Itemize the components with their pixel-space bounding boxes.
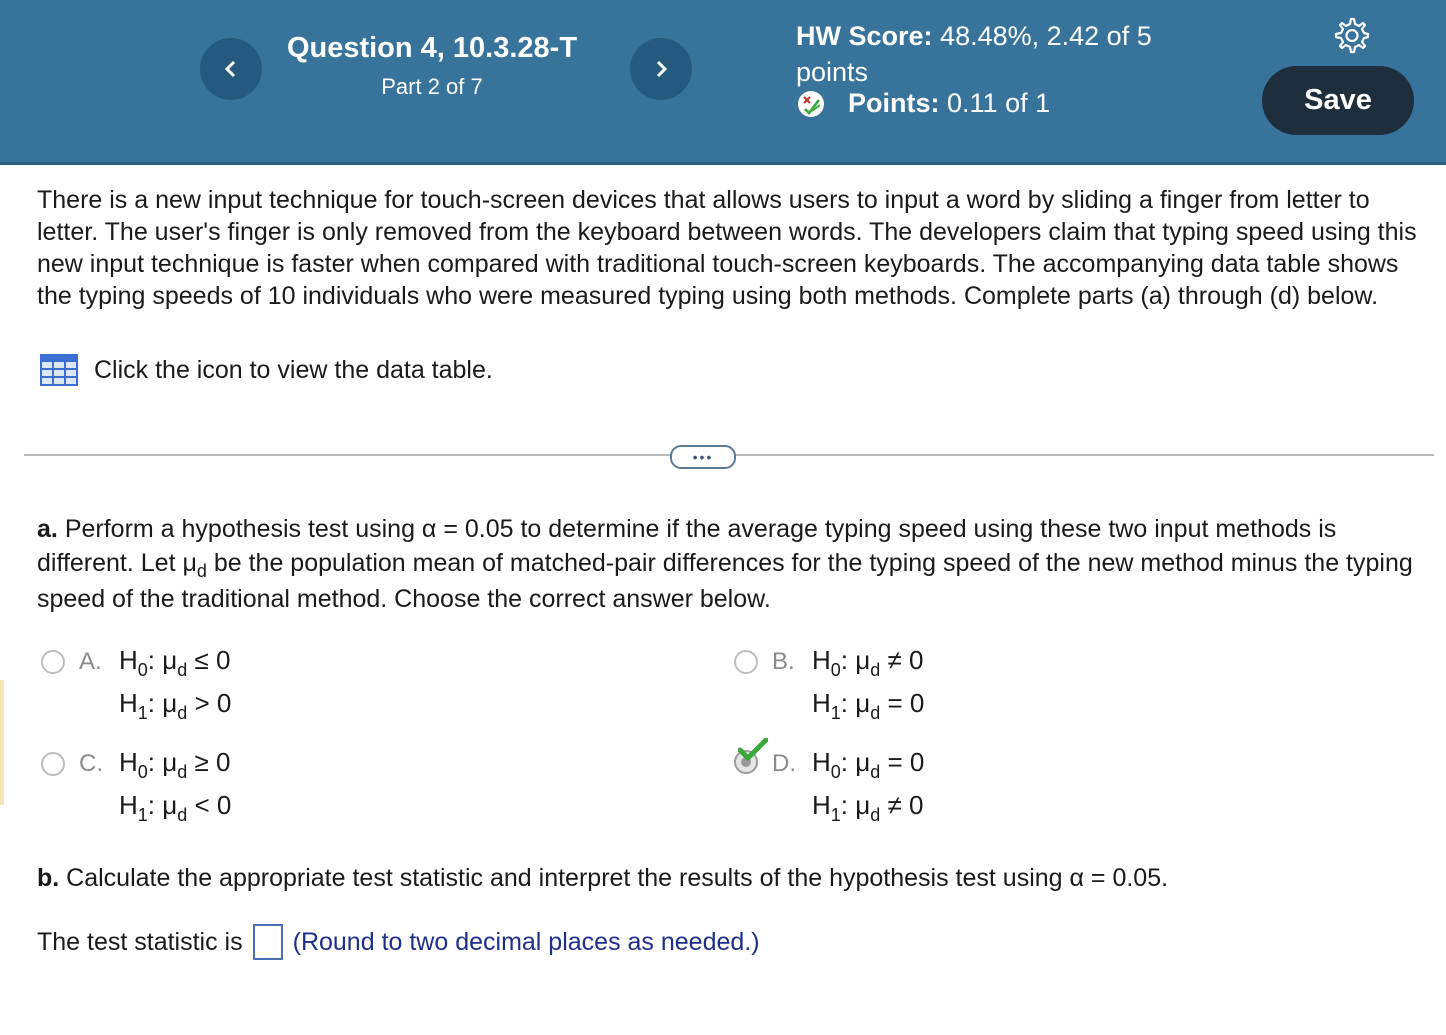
h1-rel: : μ: [840, 790, 871, 820]
h1-rel: : μ: [147, 688, 178, 718]
h0-sub: 0: [137, 762, 148, 782]
part-a-sub: d: [196, 561, 207, 581]
h0-rel-sub: d: [177, 762, 188, 782]
h0-sub: 0: [830, 660, 841, 680]
option-b[interactable]: B. H0: μd ≠ 0 H1: μd = 0: [734, 645, 924, 726]
h1-sub: 1: [830, 805, 841, 825]
h0-rel: : μ: [147, 747, 178, 777]
test-statistic-input[interactable]: [252, 924, 283, 960]
part-b-label: b.: [37, 864, 60, 892]
h0-symbol: H: [812, 747, 831, 777]
option-a[interactable]: A. H0: μd ≤ 0 H1: μd > 0: [41, 645, 231, 726]
h1-symbol: H: [812, 688, 831, 718]
h0-rel: : μ: [840, 747, 871, 777]
data-table-link[interactable]: Click the icon to view the data table.: [40, 354, 493, 386]
option-c-hypotheses: H0: μd ≥ 0 H1: μd < 0: [119, 742, 231, 828]
h1-tail: < 0: [187, 790, 232, 820]
part-a-question: a. Perform a hypothesis test using α = 0…: [37, 512, 1432, 616]
h0-tail: ≠ 0: [880, 645, 924, 675]
h1-symbol: H: [119, 688, 138, 718]
h0-tail: = 0: [880, 747, 925, 777]
h1-rel-sub: d: [177, 805, 188, 825]
option-c-h1: H1: μd < 0: [119, 785, 231, 828]
h0-rel: : μ: [147, 645, 178, 675]
h1-tail: > 0: [187, 688, 232, 718]
points-status-icon: [798, 90, 824, 117]
option-d-hypotheses: H0: μd = 0 H1: μd ≠ 0: [812, 742, 924, 828]
h0-rel-sub: d: [870, 660, 881, 680]
h0-rel-sub: d: [177, 660, 188, 680]
points-label: Points:: [848, 88, 940, 118]
h0-sub: 0: [137, 660, 148, 680]
h1-sub: 1: [137, 805, 148, 825]
question-points: Points: 0.11 of 1: [796, 88, 1050, 119]
header-bar: Question 4, 10.3.28-T Part 2 of 7 HW Sco…: [0, 0, 1446, 165]
points-value: 0.11 of 1: [947, 88, 1051, 118]
h0-rel-sub: d: [870, 762, 881, 782]
option-b-letter: B.: [772, 648, 795, 675]
question-title: Question 4, 10.3.28-T: [286, 32, 578, 64]
h1-rel-sub: d: [177, 703, 188, 723]
option-a-h1: H1: μd > 0: [119, 683, 231, 726]
chevron-left-icon: [224, 60, 236, 78]
data-table-icon[interactable]: [40, 354, 78, 386]
option-c-letter: C.: [79, 750, 103, 777]
option-b-h0: H0: μd ≠ 0: [812, 640, 924, 683]
option-a-letter: A.: [79, 648, 102, 675]
h1-rel: : μ: [147, 790, 178, 820]
data-table-link-text[interactable]: Click the icon to view the data table.: [94, 356, 493, 385]
part-b-text: Calculate the appropriate test statistic…: [66, 864, 1169, 892]
option-b-h1: H1: μd = 0: [812, 683, 924, 726]
h0-tail: ≤ 0: [187, 645, 231, 675]
previous-question-button[interactable]: [200, 38, 262, 100]
expand-more-button[interactable]: •••: [670, 445, 736, 469]
question-part: Part 2 of 7: [381, 74, 483, 99]
option-b-hypotheses: H0: μd ≠ 0 H1: μd = 0: [812, 640, 924, 726]
test-statistic-row: The test statistic is (Round to two deci…: [37, 924, 760, 960]
part-a-label: a.: [37, 515, 58, 543]
hw-score-label: HW Score:: [796, 21, 933, 51]
h1-rel: : μ: [840, 688, 871, 718]
h1-sub: 1: [137, 703, 148, 723]
h1-symbol: H: [119, 790, 138, 820]
h1-rel-sub: d: [870, 703, 881, 723]
hw-score: HW Score: 48.48%, 2.42 of 5 points: [796, 18, 1216, 90]
check-icon: [738, 738, 768, 761]
rounding-hint: (Round to two decimal places as needed.): [292, 927, 760, 956]
h0-rel: : μ: [840, 645, 871, 675]
chevron-right-icon: [656, 60, 668, 78]
h0-symbol: H: [812, 645, 831, 675]
next-question-button[interactable]: [630, 38, 692, 100]
save-button[interactable]: Save: [1262, 66, 1414, 135]
h1-tail: ≠ 0: [880, 790, 924, 820]
h0-sub: 0: [830, 762, 841, 782]
gear-icon[interactable]: [1332, 16, 1370, 54]
option-a-hypotheses: H0: μd ≤ 0 H1: μd > 0: [119, 640, 231, 726]
option-c[interactable]: C. H0: μd ≥ 0 H1: μd < 0: [41, 747, 231, 828]
problem-statement: There is a new input technique for touch…: [37, 186, 1417, 310]
h1-sub: 1: [830, 703, 841, 723]
h1-tail: = 0: [880, 688, 925, 718]
test-statistic-label: The test statistic is: [37, 927, 243, 956]
radio-option-d-selected[interactable]: [734, 738, 768, 774]
h0-symbol: H: [119, 747, 138, 777]
hw-score-value: 48.48%, 2.42 of 5: [940, 21, 1152, 51]
option-a-h0: H0: μd ≤ 0: [119, 640, 231, 683]
option-c-h0: H0: μd ≥ 0: [119, 742, 231, 785]
part-a-text-2: be the population mean of matched-pair d…: [37, 549, 1413, 613]
h0-symbol: H: [119, 645, 138, 675]
h0-tail: ≥ 0: [187, 747, 231, 777]
left-edge-marker: [0, 680, 4, 805]
option-d[interactable]: D. H0: μd = 0 H1: μd ≠ 0: [734, 738, 924, 828]
hw-score-unit: points: [796, 57, 869, 87]
radio-option-a[interactable]: [41, 650, 65, 674]
option-d-letter: D.: [772, 750, 796, 777]
h1-rel-sub: d: [870, 805, 881, 825]
radio-option-b[interactable]: [734, 650, 758, 674]
option-d-h0: H0: μd = 0: [812, 742, 924, 785]
radio-option-c[interactable]: [41, 752, 65, 776]
part-b-question: b. Calculate the appropriate test statis…: [37, 864, 1168, 893]
option-d-h1: H1: μd ≠ 0: [812, 785, 924, 828]
h1-symbol: H: [812, 790, 831, 820]
